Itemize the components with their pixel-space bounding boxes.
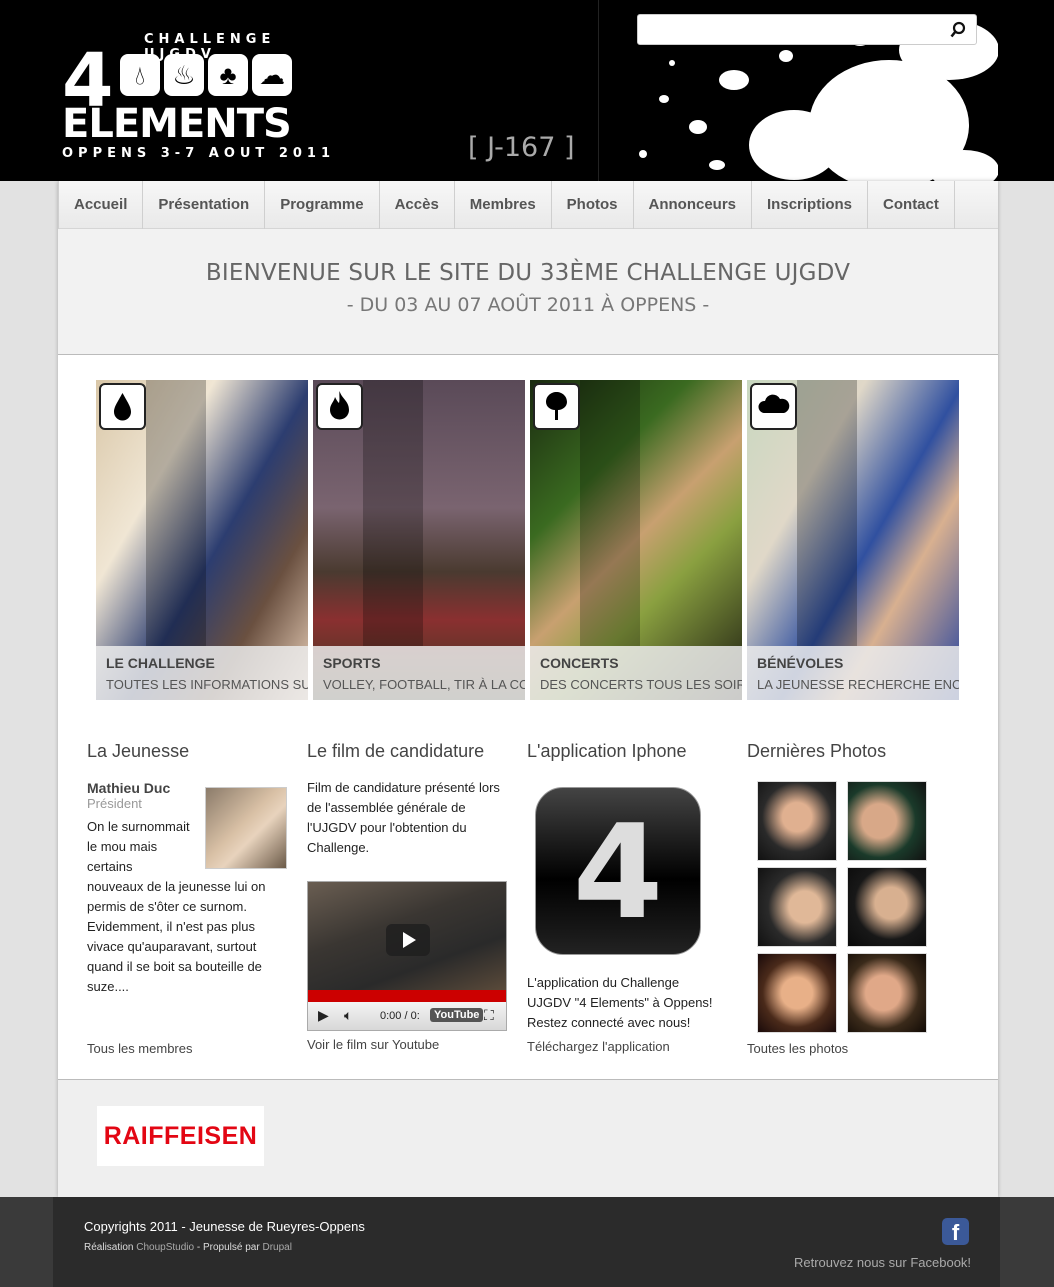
logo-element-icons: 💧︎ ♨ ♣ ☁ (120, 54, 292, 96)
film-block: Le film de candidature Film de candidatu… (307, 741, 507, 1061)
card-title: SPORTS (323, 655, 381, 671)
nav-inscriptions[interactable]: Inscriptions (751, 181, 867, 229)
raiffeisen-logo[interactable]: RAIFFEISEN (97, 1106, 264, 1166)
nav-accueil[interactable]: Accueil (58, 181, 142, 229)
nav-acces[interactable]: Accès (378, 181, 454, 229)
drupal-link[interactable]: Drupal (262, 1242, 291, 1253)
member-avatar (205, 787, 287, 869)
feature-cards: LE CHALLENGE TOUTES LES INFORMATIONS SUR… (96, 380, 960, 700)
realisation-label: Réalisation (84, 1242, 134, 1253)
choupstudio-link[interactable]: ChoupStudio (136, 1242, 194, 1253)
card-concerts[interactable]: CONCERTS DES CONCERTS TOUS LES SOIRS (530, 380, 742, 700)
app-text: L'application du Challenge UJGDV "4 Elem… (527, 975, 713, 1030)
card-title: BÉNÉVOLES (757, 655, 844, 671)
jeunesse-heading: La Jeunesse (87, 741, 190, 761)
search-input[interactable] (638, 15, 938, 44)
facebook-icon[interactable]: f (942, 1218, 969, 1245)
welcome-title: BIENVENUE SUR LE SITE DU 33ÈME CHALLENGE… (205, 260, 851, 286)
nav-membres[interactable]: Membres (453, 181, 551, 229)
site-footer: Copyrights 2011 - Jeunesse de Rueyres-Op… (53, 1197, 1000, 1287)
nav-programme[interactable]: Programme (264, 181, 378, 229)
powered-label: - Propulsé par (196, 1242, 260, 1253)
copyright-text: Copyrights 2011 - Jeunesse de Rueyres-Op… (84, 1219, 365, 1234)
video-controls: ▶ 🔈︎ 0:00 / 0: YouTube ⛶ (308, 1002, 506, 1030)
card-challenge[interactable]: LE CHALLENGE TOUTES LES INFORMATIONS SUR (96, 380, 308, 700)
site-header: CHALLENGE UJGDV 4 💧︎ ♨ ♣ ☁ ELEMENTS OPPE… (0, 0, 1054, 181)
photos-heading: Dernières Photos (747, 741, 887, 761)
facebook-link[interactable]: Retrouvez nous sur Facebook! (794, 1255, 971, 1270)
cloud-icon (750, 383, 797, 430)
card-title: LE CHALLENGE (106, 655, 215, 671)
youtube-logo[interactable]: YouTube (430, 1008, 484, 1022)
site-logo[interactable]: CHALLENGE UJGDV 4 💧︎ ♨ ♣ ☁ ELEMENTS OPPE… (62, 30, 352, 165)
card-subtitle: VOLLEY, FOOTBALL, TIR À LA CO (323, 677, 525, 692)
all-members-link[interactable]: Tous les membres (87, 1041, 192, 1056)
card-title: CONCERTS (540, 655, 619, 671)
card-subtitle: TOUTES LES INFORMATIONS SUR (106, 677, 308, 692)
logo-main-text: ELEMENTS (62, 101, 292, 147)
fire-icon: ♨ (164, 54, 204, 96)
fire-icon (316, 383, 363, 430)
tree-icon (533, 383, 580, 430)
film-text: Film de candidature présenté lors de l'a… (307, 780, 500, 855)
search-icon[interactable] (950, 21, 966, 39)
photos-block: Dernières Photos Toutes les photos (747, 741, 947, 1061)
photo-thumb[interactable] (757, 867, 837, 947)
search-box (637, 14, 977, 45)
water-drop-icon: 💧︎ (120, 54, 160, 96)
download-app-link[interactable]: Téléchargez l'application (527, 1039, 670, 1054)
nav-presentation[interactable]: Présentation (142, 181, 264, 229)
photo-thumb[interactable] (757, 781, 837, 861)
video-time: 0:00 / 0: (380, 1010, 420, 1022)
credit-line: Réalisation ChoupStudio - Propulsé par D… (84, 1242, 292, 1253)
video-player[interactable]: ▶ 🔈︎ 0:00 / 0: YouTube ⛶ (307, 881, 507, 1031)
photo-thumb[interactable] (757, 953, 837, 1033)
member-text-b: nouveaux de la jeunesse lui on permis de… (87, 879, 266, 994)
play-icon[interactable] (386, 924, 430, 956)
card-subtitle: LA JEUNESSE RECHERCHE ENCO (757, 677, 959, 692)
nav-annonceurs[interactable]: Annonceurs (632, 181, 752, 229)
welcome-banner: BIENVENUE SUR LE SITE DU 33ÈME CHALLENGE… (58, 229, 998, 355)
card-benevoles[interactable]: BÉNÉVOLES LA JEUNESSE RECHERCHE ENCO (747, 380, 959, 700)
member-text-a: On le surnommait le mou mais certains (87, 819, 190, 874)
play-button-icon[interactable]: ▶ (318, 1007, 329, 1024)
card-subtitle: DES CONCERTS TOUS LES SOIRS (540, 677, 742, 692)
video-progress-bar[interactable] (308, 990, 506, 1002)
youtube-link[interactable]: Voir le film sur Youtube (307, 1037, 439, 1052)
cloud-icon: ☁ (252, 54, 292, 96)
main-nav: Accueil Présentation Programme Accès Mem… (58, 181, 998, 229)
photo-thumb[interactable] (847, 867, 927, 947)
volume-icon[interactable]: 🔈︎ (344, 1007, 352, 1024)
jeunesse-block: La Jeunesse Mathieu Duc Président On le … (87, 741, 287, 1061)
fullscreen-icon[interactable]: ⛶ (484, 1007, 494, 1024)
tree-icon: ♣ (208, 54, 248, 96)
app-heading: L'application Iphone (527, 741, 687, 761)
photo-thumb[interactable] (847, 781, 927, 861)
all-photos-link[interactable]: Toutes les photos (747, 1041, 848, 1056)
welcome-subtitle: - DU 03 AU 07 AOÛT 2011 À OPPENS - (346, 294, 710, 316)
nav-contact[interactable]: Contact (867, 181, 955, 229)
app-block: L'application Iphone 4 L'application du … (527, 741, 727, 1061)
app-icon[interactable]: 4 (535, 787, 701, 955)
countdown: [ J-167 ] (468, 132, 575, 163)
logo-bottom-text: OPPENS 3-7 AOUT 2011 (62, 146, 336, 161)
photo-thumb[interactable] (847, 953, 927, 1033)
sponsor-bar: RAIFFEISEN (58, 1079, 998, 1197)
film-heading: Le film de candidature (307, 741, 485, 761)
nav-photos[interactable]: Photos (550, 181, 633, 229)
main-panel: Accueil Présentation Programme Accès Mem… (58, 181, 998, 1197)
card-sports[interactable]: SPORTS VOLLEY, FOOTBALL, TIR À LA CO (313, 380, 525, 700)
water-drop-icon (99, 383, 146, 430)
